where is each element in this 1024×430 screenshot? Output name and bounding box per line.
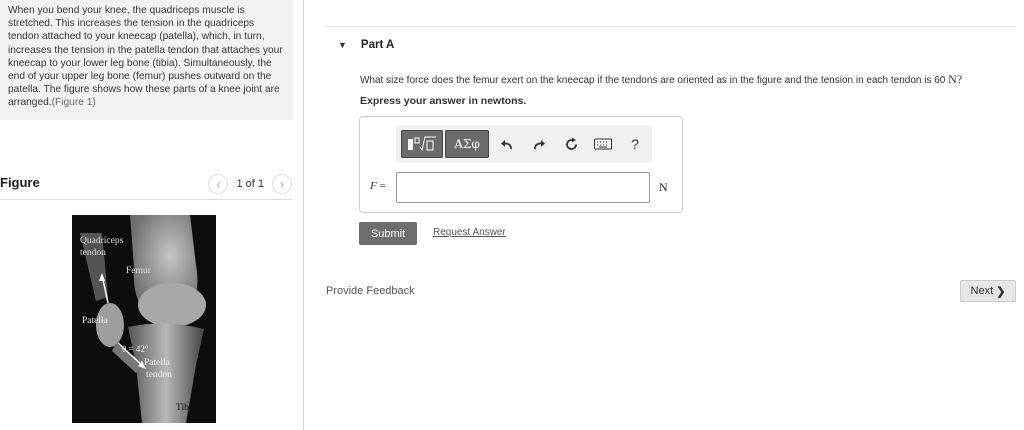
label-angle: θ = 42° — [122, 344, 149, 354]
question-body: What size force does the femur exert on … — [360, 75, 946, 86]
next-button[interactable]: Next ❯ — [960, 280, 1016, 302]
answer-panel: ΑΣφ ? F = N — [359, 116, 683, 213]
help-button[interactable]: ? — [619, 130, 651, 158]
keyboard-icon[interactable] — [587, 130, 619, 158]
label-patella-tendon-2: tendon — [146, 370, 172, 380]
figure-counter: 1 of 1 — [236, 178, 264, 190]
answer-equals: = — [379, 180, 386, 192]
math-toolbar: ΑΣφ ? — [396, 125, 652, 163]
next-label: Next — [970, 285, 994, 297]
undo-icon[interactable] — [491, 130, 523, 158]
answer-variable-label: F = — [370, 180, 386, 192]
divider — [326, 26, 1016, 27]
part-label: Part A — [360, 39, 395, 51]
label-femur: Femur — [126, 266, 152, 276]
provide-feedback-link[interactable]: Provide Feedback — [326, 285, 415, 297]
answer-input[interactable] — [396, 172, 650, 203]
redo-icon[interactable] — [523, 130, 555, 158]
part-a-header[interactable]: ▼ Part A — [338, 39, 394, 51]
chevron-left-icon[interactable]: ‹ — [208, 174, 229, 194]
figure-nav: ‹ 1 of 1 › — [208, 174, 292, 194]
figure-link[interactable]: (Figure 1) — [52, 97, 96, 108]
question-text: What size force does the femur exert on … — [360, 72, 962, 87]
problem-text: When you bend your knee, the quadriceps … — [8, 4, 285, 110]
label-tibia: Tibia — [176, 403, 196, 413]
greek-symbols-button[interactable]: ΑΣφ — [445, 130, 489, 158]
label-patella: Patella — [82, 316, 109, 326]
knee-figure: Quadriceps tendon Femur Patella θ = 42° … — [72, 215, 216, 423]
answer-variable: F — [370, 180, 377, 192]
problem-body: When you bend your knee, the quadriceps … — [8, 5, 283, 109]
answer-instruction: Express your answer in newtons. — [360, 95, 527, 107]
chevron-right-icon: ❯ — [996, 285, 1006, 298]
label-tendon-top: tendon — [80, 248, 106, 258]
request-answer-link[interactable]: Request Answer — [433, 227, 506, 238]
answer-unit: N — [659, 180, 668, 194]
right-panel: ▼ Part A What size force does the femur … — [326, 0, 1024, 430]
templates-icon[interactable] — [401, 130, 443, 158]
label-quadriceps: Quadriceps — [80, 236, 124, 246]
left-panel: When you bend your knee, the quadriceps … — [0, 0, 304, 430]
caret-down-icon[interactable]: ▼ — [338, 40, 347, 50]
question-unit: N? — [948, 72, 963, 86]
figure-title: Figure — [0, 175, 40, 190]
label-patella-tendon-1: Patella — [144, 358, 171, 368]
problem-statement: When you bend your knee, the quadriceps … — [0, 0, 293, 120]
figure-header: Figure ‹ 1 of 1 › — [0, 172, 292, 200]
reset-icon[interactable] — [555, 130, 587, 158]
submit-button[interactable]: Submit — [359, 222, 417, 245]
chevron-right-icon[interactable]: › — [272, 174, 292, 194]
